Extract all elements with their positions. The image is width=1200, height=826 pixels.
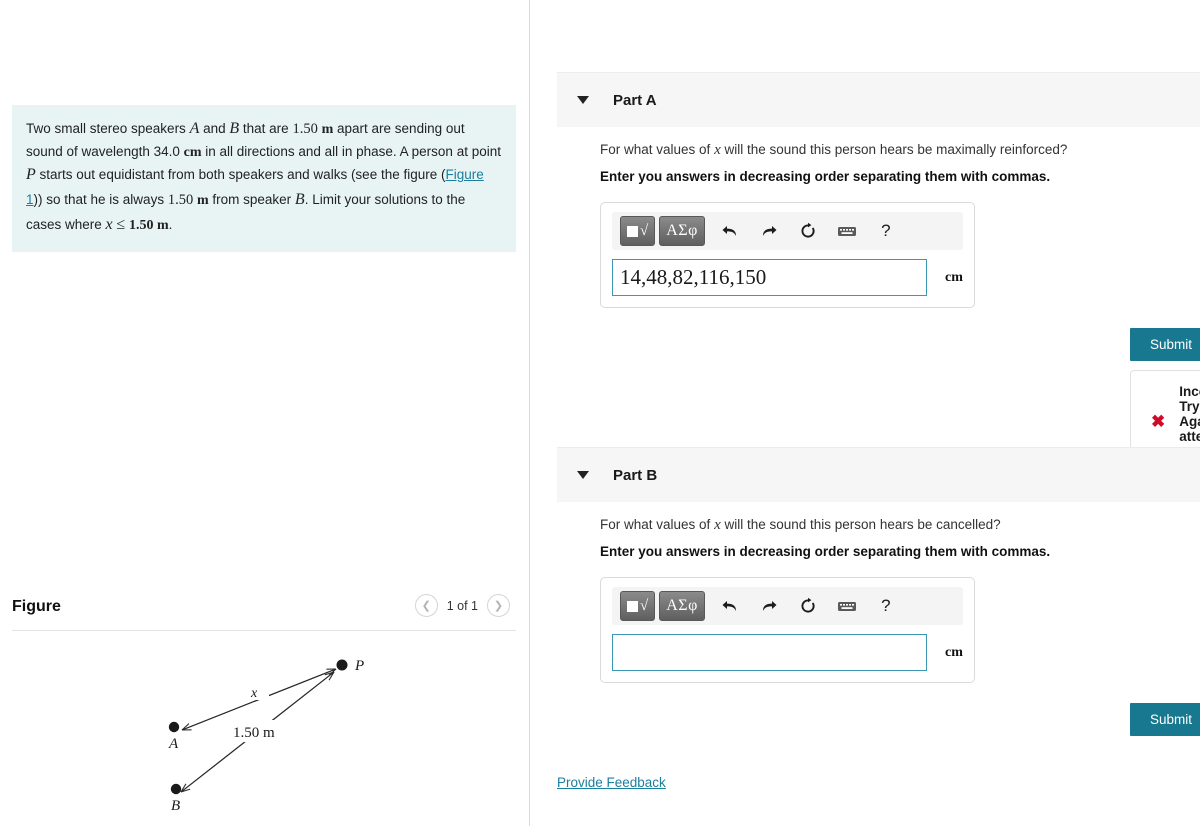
help-question-icon[interactable]: ? xyxy=(872,217,900,245)
part-b-instruction: Enter you answers in decreasing order se… xyxy=(600,544,1051,559)
point-B-dot xyxy=(170,783,182,795)
part-a-question-var: x xyxy=(714,142,721,158)
part-a-answer-row: cm xyxy=(612,259,963,296)
part-b-submit-button[interactable]: Submit xyxy=(1130,703,1200,736)
problem-statement: Two small stereo speakers A and B that a… xyxy=(12,105,516,252)
undo-arrow-icon[interactable] xyxy=(716,217,744,245)
part-a-label: Part A xyxy=(613,91,657,109)
part-b-question: For what values of x will the sound this… xyxy=(600,517,1001,534)
chevron-left-icon[interactable]: ❮ xyxy=(414,594,438,617)
distance-1: 1.50 xyxy=(292,121,318,137)
part-a-math-toolbar: √ ΑΣφ ? xyxy=(612,212,963,250)
greek-symbols-button[interactable]: ΑΣφ xyxy=(659,216,705,246)
part-b-question-var: x xyxy=(714,517,721,533)
math-template-icon[interactable]: √ xyxy=(620,591,656,621)
label-distance: 1.50 m xyxy=(233,725,275,741)
left-pane: Two small stereo speakers A and B that a… xyxy=(0,0,530,826)
redo-arrow-icon[interactable] xyxy=(755,217,783,245)
greek-symbols-button[interactable]: ΑΣφ xyxy=(659,591,705,621)
part-b-question-head: For what values of xyxy=(600,517,715,532)
part-b-unit-label: cm xyxy=(945,644,963,660)
figure-counter: 1 of 1 xyxy=(446,598,478,613)
part-b-answer-input[interactable] xyxy=(612,634,927,671)
reset-circle-icon[interactable] xyxy=(794,592,822,620)
part-a-question: For what values of x will the sound this… xyxy=(600,142,1067,159)
part-b-button-row: Submit Request Answer xyxy=(1130,703,1200,736)
part-b-answer-row: cm xyxy=(612,634,963,671)
label-A: A xyxy=(168,736,179,752)
keyboard-icon[interactable] xyxy=(833,592,861,620)
caret-down-icon[interactable] xyxy=(577,96,589,104)
problem-text-seg1: Two small stereo speakers xyxy=(26,121,190,136)
var-B-2: B xyxy=(294,191,305,209)
chevron-right-icon[interactable]: ❯ xyxy=(487,594,510,617)
part-a-header[interactable]: Part A xyxy=(557,72,1200,127)
problem-text-seg6: starts out equidistant from both speaker… xyxy=(35,167,446,183)
caret-down-icon[interactable] xyxy=(577,471,589,479)
redo-arrow-icon[interactable] xyxy=(755,592,783,620)
figure-header: Figure ❮ 1 of 1 ❯ xyxy=(12,594,516,630)
problem-text-seg8: from speaker xyxy=(208,192,295,208)
problem-text-seg5: in all directions and all in phase. A pe… xyxy=(201,143,501,159)
figure-title: Figure xyxy=(12,598,61,615)
limit-value: 1.50 m xyxy=(128,218,169,234)
part-b-header[interactable]: Part B xyxy=(557,447,1200,502)
label-x: x xyxy=(250,686,258,701)
part-a-submit-button[interactable]: Submit xyxy=(1130,328,1200,361)
point-A-dot xyxy=(168,721,180,733)
unit-cm: cm xyxy=(183,144,202,160)
var-P: P xyxy=(26,166,36,184)
problem-text-seg2: and xyxy=(199,121,230,136)
x-mark-icon: ✖ xyxy=(1151,411,1166,431)
figure-navigation: ❮ 1 of 1 ❯ xyxy=(414,594,510,617)
math-template-icon[interactable]: √ xyxy=(620,216,656,246)
part-a-button-row: Submit Previous Answers Request Answer xyxy=(1130,328,1200,361)
right-pane: Part A For what values of x will the sou… xyxy=(531,0,1200,826)
problem-text-seg3: that are xyxy=(239,121,293,136)
figure-divider xyxy=(12,630,516,631)
less-equal-symbol: ≤ xyxy=(116,216,126,234)
part-a-answer-widget: √ ΑΣφ ? cm xyxy=(600,202,975,308)
var-A: A xyxy=(189,120,200,137)
part-b-answer-widget: √ ΑΣφ ? cm xyxy=(600,577,975,683)
problem-page: Two small stereo speakers A and B that a… xyxy=(0,0,1200,826)
part-b-question-tail: will the sound this person hears be canc… xyxy=(720,517,1001,532)
figure-diagram: A B P x 1.50 m xyxy=(12,632,516,826)
provide-feedback-link[interactable]: Provide Feedback xyxy=(557,775,666,790)
part-a-instruction: Enter you answers in decreasing order se… xyxy=(600,169,1051,184)
undo-arrow-icon[interactable] xyxy=(716,592,744,620)
var-B: B xyxy=(229,120,240,137)
var-x: x xyxy=(105,216,113,234)
label-B: B xyxy=(171,798,180,814)
point-P-dot xyxy=(336,659,348,671)
keyboard-icon[interactable] xyxy=(833,217,861,245)
unit-m-2: m xyxy=(196,193,209,209)
part-a-question-head: For what values of xyxy=(600,142,715,157)
part-b-math-toolbar: √ ΑΣφ ? xyxy=(612,587,963,625)
radical-glyph: √ xyxy=(640,222,649,239)
radical-glyph: √ xyxy=(640,597,649,614)
part-b-label: Part B xyxy=(613,466,658,484)
label-P: P xyxy=(354,658,364,674)
problem-text-seg7: )) so that he is always xyxy=(33,192,168,208)
part-a-question-tail: will the sound this person hears be maxi… xyxy=(720,142,1068,157)
help-question-icon[interactable]: ? xyxy=(872,592,900,620)
speakers-diagram-svg: A B P x 1.50 m xyxy=(168,658,364,814)
part-a-answer-input[interactable] xyxy=(612,259,927,296)
wavelength-value: 34.0 xyxy=(153,143,180,159)
part-a-unit-label: cm xyxy=(945,269,963,285)
reset-circle-icon[interactable] xyxy=(794,217,822,245)
distance-2: 1.50 xyxy=(167,192,194,209)
unit-m-1: m xyxy=(321,122,334,137)
problem-period: . xyxy=(168,217,173,233)
